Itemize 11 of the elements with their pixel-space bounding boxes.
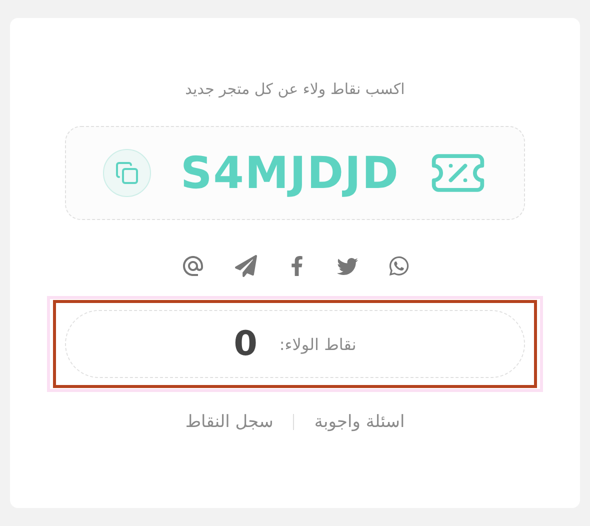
link[interactable]: سجل النقاط [185, 412, 274, 432]
copy-icon [114, 161, 139, 185]
paper-plane-button[interactable] [234, 255, 256, 277]
points-value: 0 [234, 324, 258, 364]
subtitle: اكسب نقاط ولاء عن كل متجر جديد [185, 80, 405, 98]
at-sign-button[interactable] [180, 254, 204, 278]
twitter-button[interactable] [336, 256, 358, 276]
link[interactable]: اسئلة واجوبة [314, 412, 405, 432]
points-label: نقاط الولاء: [279, 334, 356, 354]
whatsapp-button[interactable] [388, 255, 410, 277]
coupon-code: S4MJDJD [180, 148, 400, 198]
